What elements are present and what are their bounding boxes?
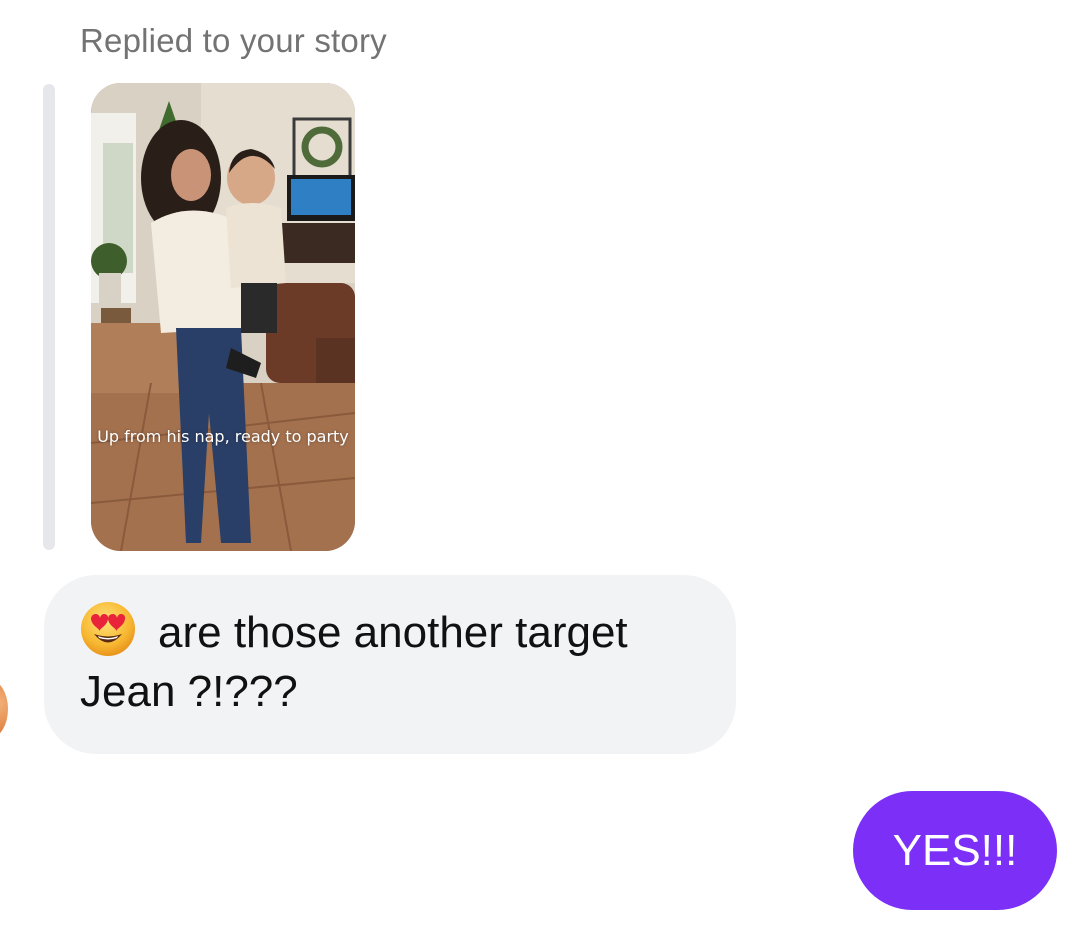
story-overlay-text: Up from his nap, ready to party — [97, 427, 349, 446]
heart-eyes-emoji-icon — [81, 602, 135, 656]
outgoing-message-bubble[interactable]: YES!!! — [853, 791, 1057, 910]
reply-indicator-bar — [43, 84, 55, 550]
incoming-message-line-2: Jean ?!??? — [80, 667, 298, 716]
story-thumbnail[interactable]: Up from his nap, ready to party — [91, 83, 355, 551]
incoming-message-line-1: are those another target — [80, 601, 706, 662]
story-photo — [91, 83, 355, 551]
reply-caption: Replied to your story — [80, 22, 387, 59]
message-thread: Replied to your story Up from his nap, r… — [0, 0, 1081, 927]
incoming-message-bubble[interactable]: are those another target Jean ?!??? — [44, 575, 736, 754]
incoming-message-text-1: are those another target — [158, 608, 628, 657]
sender-avatar[interactable] — [0, 680, 8, 738]
